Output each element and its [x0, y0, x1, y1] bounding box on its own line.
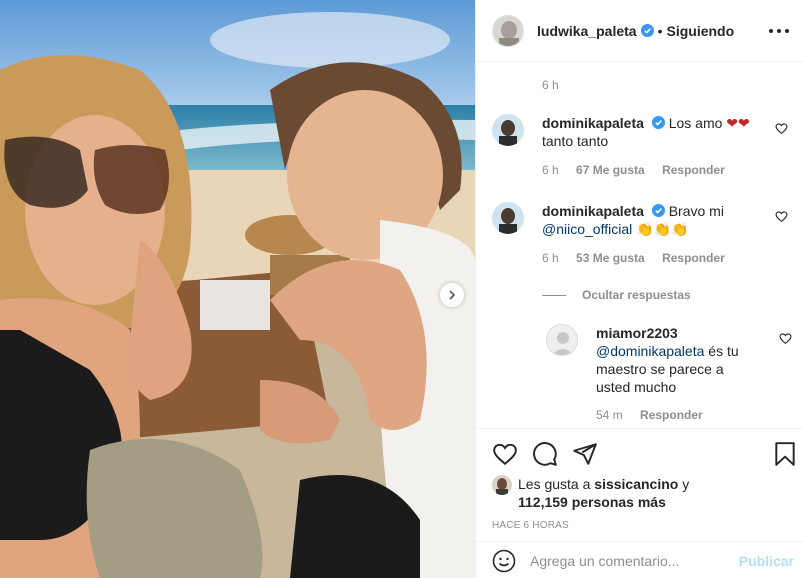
comments-list: 6 h dominikapaleta Los amo ❤❤ tanto tant… [476, 62, 803, 428]
bookmark-icon[interactable] [772, 441, 798, 467]
post-header: ludwika_paleta • Siguiendo [476, 0, 803, 62]
liker-avatar[interactable] [492, 475, 512, 495]
separator-dot: • [657, 22, 663, 39]
comment-meta: 6 h 53 Me gusta Responder [542, 251, 792, 265]
comment-item: dominikapaleta Bravo mi @niico_official … [492, 202, 792, 265]
comment-time: 6 h [542, 163, 559, 177]
hide-replies-button[interactable]: Ocultar respuestas [542, 288, 691, 302]
heart-icon[interactable] [492, 441, 518, 467]
author-username[interactable]: ludwika_paleta [537, 23, 637, 39]
publish-button[interactable]: Publicar [739, 553, 794, 569]
comment-message: Bravo mi [668, 203, 724, 219]
comment-text: dominikapaleta Bravo mi @niico_official … [542, 202, 764, 238]
likes-text: Les gusta a sissicancino y 112,159 perso… [518, 475, 689, 511]
comment-likes[interactable]: 67 Me gusta [576, 163, 645, 177]
like-comment-heart-icon[interactable] [775, 122, 788, 135]
reply-item: miamor2203 @dominikapaleta és tu maestro… [546, 324, 792, 422]
mention-link[interactable]: @dominikapaleta [596, 343, 704, 359]
comment-icon[interactable] [532, 441, 558, 467]
post-photo[interactable] [0, 0, 475, 578]
instagram-post-modal: ludwika_paleta • Siguiendo 6 h dominikap… [0, 0, 803, 578]
post-actions: Les gusta a sissicancino y 112,159 perso… [476, 428, 803, 578]
hide-replies-label: Ocultar respuestas [582, 288, 691, 302]
add-comment-bar: Publicar [476, 541, 803, 578]
divider-line [542, 294, 566, 296]
comment-meta: 6 h 67 Me gusta Responder [542, 163, 792, 177]
more-icon[interactable] [769, 22, 789, 40]
action-icons-row [476, 429, 803, 477]
commenter-avatar[interactable] [492, 202, 524, 234]
likes-count[interactable]: 112,159 personas más [518, 494, 666, 510]
verified-icon [640, 24, 654, 37]
comment-item: dominikapaleta Los amo ❤❤ tanto tanto 6 … [492, 114, 792, 177]
replier-username[interactable]: miamor2203 [596, 325, 678, 341]
post-time-ago[interactable]: HACE 6 HORAS [492, 520, 569, 531]
hearts-emoji: ❤❤ [726, 115, 750, 131]
following-button[interactable]: Siguiendo [667, 23, 735, 39]
commenter-username[interactable]: dominikapaleta [542, 203, 644, 219]
likes-prefix: Les gusta a [518, 476, 591, 492]
likes-summary: Les gusta a sissicancino y 112,159 perso… [492, 475, 689, 511]
comment-input[interactable] [530, 552, 730, 569]
liker-username[interactable]: sissicancino [594, 476, 678, 492]
reply-button[interactable]: Responder [662, 251, 725, 265]
mention-link[interactable]: @niico_official [542, 221, 632, 237]
comment-message-line2: tanto tanto [542, 133, 609, 149]
next-photo-button[interactable] [440, 283, 464, 307]
likes-conj: y [682, 476, 690, 492]
reply-meta: 54 m Responder [596, 408, 792, 422]
commenter-avatar[interactable] [492, 114, 524, 146]
reply-button[interactable]: Responder [662, 163, 725, 177]
comment-time: 6 h [542, 251, 559, 265]
smiley-icon[interactable] [492, 549, 516, 573]
beach-selfie-image [0, 0, 475, 578]
comment-message: Los amo [668, 115, 723, 131]
replier-avatar[interactable] [546, 324, 578, 356]
caption-time: 6 h [542, 78, 559, 92]
commenter-username[interactable]: dominikapaleta [542, 115, 644, 131]
post-side-panel: ludwika_paleta • Siguiendo 6 h dominikap… [475, 0, 803, 578]
share-icon[interactable] [572, 441, 598, 467]
reply-button[interactable]: Responder [640, 408, 703, 422]
clap-emoji: 👏👏👏 [636, 221, 689, 237]
comment-text: dominikapaleta Los amo ❤❤ tanto tanto [542, 114, 764, 150]
reply-time: 54 m [596, 408, 623, 422]
author-avatar[interactable] [492, 14, 524, 47]
comment-likes[interactable]: 53 Me gusta [576, 251, 645, 265]
like-comment-heart-icon[interactable] [779, 332, 792, 345]
verified-icon [651, 204, 665, 217]
chevron-right-icon [449, 290, 456, 300]
like-comment-heart-icon[interactable] [775, 210, 788, 223]
verified-icon [651, 116, 665, 129]
reply-text: miamor2203 @dominikapaleta és tu maestro… [596, 324, 746, 396]
